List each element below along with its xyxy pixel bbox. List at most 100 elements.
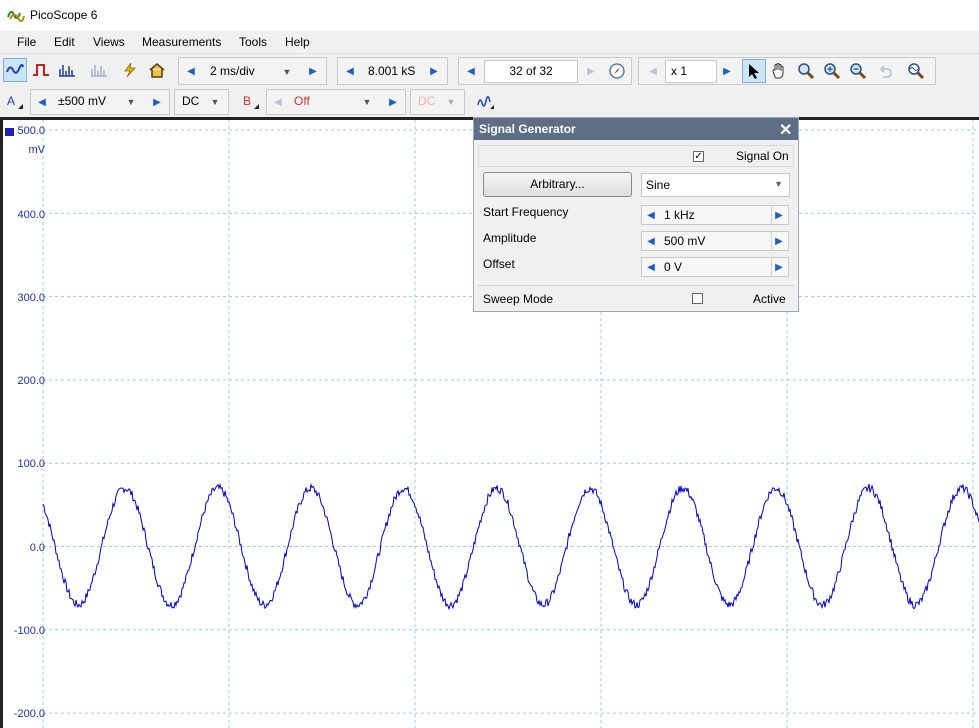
samples-field[interactable]: 8.001 kS xyxy=(363,61,423,83)
window-title: PicoScope 6 xyxy=(30,8,98,22)
default-view-button[interactable] xyxy=(145,58,169,82)
channel-b-coupling-dropdown-icon[interactable]: ▼ xyxy=(445,92,457,112)
y-tick-label: 100.0 xyxy=(17,458,45,470)
menu-views[interactable]: Views xyxy=(93,35,125,49)
undo-zoom-button[interactable] xyxy=(873,59,897,83)
signal-generator-panel: Signal Generator ✕ ✓ Signal On Arbitrary… xyxy=(473,117,799,312)
compass-icon xyxy=(609,63,625,79)
channel-b-coupling-select[interactable]: DC xyxy=(413,92,449,112)
offset-decrease-arrow[interactable]: ◀ xyxy=(644,258,658,276)
arbitrary-button[interactable]: Arbitrary... xyxy=(483,172,632,197)
channel-a-coupling-dropdown-icon[interactable]: ▼ xyxy=(209,92,221,112)
offset-field[interactable]: ◀ 0 V ▶ xyxy=(641,257,789,277)
y-tick-label: 300.0 xyxy=(17,292,45,304)
home-icon xyxy=(149,63,165,78)
scope-mode-icon xyxy=(6,63,24,74)
y-tick-label: 400.0 xyxy=(17,209,45,221)
channel-a-range-dropdown-icon[interactable]: ▼ xyxy=(125,92,137,112)
amplitude-label: Amplitude xyxy=(483,231,537,245)
channel-b-button[interactable]: B xyxy=(243,94,251,108)
zoom-field[interactable]: x 1 xyxy=(665,60,717,83)
channel-b-range-group: ◀ Off ▼ ▶ xyxy=(266,89,406,115)
select-tool-button[interactable] xyxy=(742,59,766,83)
y-tick-label: -100.0 xyxy=(13,625,45,637)
menu-bar: File Edit Views Measurements Tools Help xyxy=(0,31,979,53)
offset-value[interactable]: 0 V xyxy=(664,260,682,274)
waveform-select[interactable]: Sine ▼ xyxy=(641,173,790,197)
channel-toolbar: A ◀ ±500 mV ▼ ▶ DC ▼ B ◀ Off ▼ ▶ DC ▼ xyxy=(0,87,979,117)
waveform-dropdown-icon[interactable]: ▼ xyxy=(774,179,783,189)
spectrum-disabled-icon xyxy=(91,65,107,77)
menu-edit[interactable]: Edit xyxy=(54,35,75,49)
zoom-right-arrow[interactable]: ▶ xyxy=(719,60,735,82)
start-frequency-value[interactable]: 1 kHz xyxy=(664,208,695,222)
main-toolbar: ◀ 2 ms/div ▼ ▶ ◀ 8.001 kS ▶ ◀ 32 of 32 ▶… xyxy=(0,53,979,88)
y-axis-unit: mV xyxy=(28,144,46,156)
timebase-dropdown-icon[interactable]: ▼ xyxy=(281,62,293,82)
persistence-mode-icon xyxy=(33,64,49,76)
menu-file[interactable]: File xyxy=(17,35,36,49)
buffer-left-arrow[interactable]: ◀ xyxy=(463,60,479,82)
channel-a-range-left-arrow[interactable]: ◀ xyxy=(34,91,50,113)
zoom-in-icon xyxy=(798,63,815,80)
offset-increase-arrow[interactable]: ▶ xyxy=(771,258,786,276)
channel-b-range-dropdown-icon[interactable]: ▼ xyxy=(361,92,373,112)
sweep-mode-label: Sweep Mode xyxy=(483,292,554,306)
lightning-icon xyxy=(124,62,136,78)
buffer-right-arrow[interactable]: ▶ xyxy=(583,60,599,82)
scope-mode-button[interactable] xyxy=(3,58,27,82)
timebase-left-arrow[interactable]: ◀ xyxy=(183,60,199,82)
channel-b-range-right-arrow[interactable]: ▶ xyxy=(385,91,401,113)
amplitude-increase-arrow[interactable]: ▶ xyxy=(771,232,786,250)
amplitude-decrease-arrow[interactable]: ◀ xyxy=(644,232,658,250)
offset-label: Offset xyxy=(483,257,515,271)
close-icon[interactable]: ✕ xyxy=(779,120,792,140)
hand-tool-button[interactable] xyxy=(767,59,791,83)
samples-right-arrow[interactable]: ▶ xyxy=(426,60,442,82)
zoom-overview-button[interactable] xyxy=(904,59,928,83)
signal-on-checkbox[interactable]: ✓ xyxy=(693,151,704,162)
samples-left-arrow[interactable]: ◀ xyxy=(342,60,358,82)
auto-setup-button[interactable] xyxy=(118,58,142,82)
y-tick-label: 500.0 xyxy=(17,125,45,137)
signal-generator-title: Signal Generator xyxy=(474,118,798,140)
sweep-active-checkbox[interactable] xyxy=(692,293,703,304)
spectrum-disabled-button[interactable] xyxy=(87,58,111,82)
channel-b-range-left-arrow[interactable]: ◀ xyxy=(270,91,286,113)
signal-on-row: ✓ Signal On xyxy=(478,145,794,167)
start-frequency-decrease-arrow[interactable]: ◀ xyxy=(644,206,658,224)
channel-a-options-icon[interactable] xyxy=(18,104,23,109)
menu-help[interactable]: Help xyxy=(285,35,310,49)
magnifier-minus-icon xyxy=(850,63,867,80)
zoom-fit-icon xyxy=(908,63,925,80)
spectrum-mode-button[interactable] xyxy=(55,58,79,82)
undo-icon xyxy=(880,65,892,78)
start-frequency-field[interactable]: ◀ 1 kHz ▶ xyxy=(641,205,789,225)
persistence-mode-button[interactable] xyxy=(29,58,53,82)
timebase-right-arrow[interactable]: ▶ xyxy=(305,60,321,82)
zoom-left-arrow[interactable]: ◀ xyxy=(645,60,661,82)
zoom-out-button[interactable] xyxy=(846,59,870,83)
magnifier-plus-icon xyxy=(824,63,841,80)
zoom-in-tool-button[interactable] xyxy=(794,59,818,83)
buffer-field[interactable]: 32 of 32 xyxy=(484,60,578,83)
channel-a-range-group: ◀ ±500 mV ▼ ▶ xyxy=(30,89,170,115)
signal-generator-icon xyxy=(477,96,494,109)
channel-b-options-icon[interactable] xyxy=(254,104,259,109)
channel-a-coupling-group: DC ▼ xyxy=(174,89,229,115)
y-tick-label: 0.0 xyxy=(29,542,45,554)
amplitude-field[interactable]: ◀ 500 mV ▶ xyxy=(641,231,789,251)
start-frequency-increase-arrow[interactable]: ▶ xyxy=(771,206,786,224)
start-frequency-label: Start Frequency xyxy=(483,205,569,219)
signal-generator-button[interactable] xyxy=(474,90,498,114)
y-tick-label: -200.0 xyxy=(13,708,45,720)
menu-measurements[interactable]: Measurements xyxy=(142,35,221,49)
channel-a-coupling-select[interactable]: DC xyxy=(177,92,213,112)
zoom-in-button[interactable] xyxy=(820,59,844,83)
zoom-group: ◀ x 1 ▶ xyxy=(638,57,936,85)
channel-a-button[interactable]: A xyxy=(7,94,15,108)
channel-a-range-right-arrow[interactable]: ▶ xyxy=(149,91,165,113)
amplitude-value[interactable]: 500 mV xyxy=(664,234,705,248)
menu-tools[interactable]: Tools xyxy=(239,35,267,49)
buffer-navigator-button[interactable] xyxy=(605,59,629,83)
